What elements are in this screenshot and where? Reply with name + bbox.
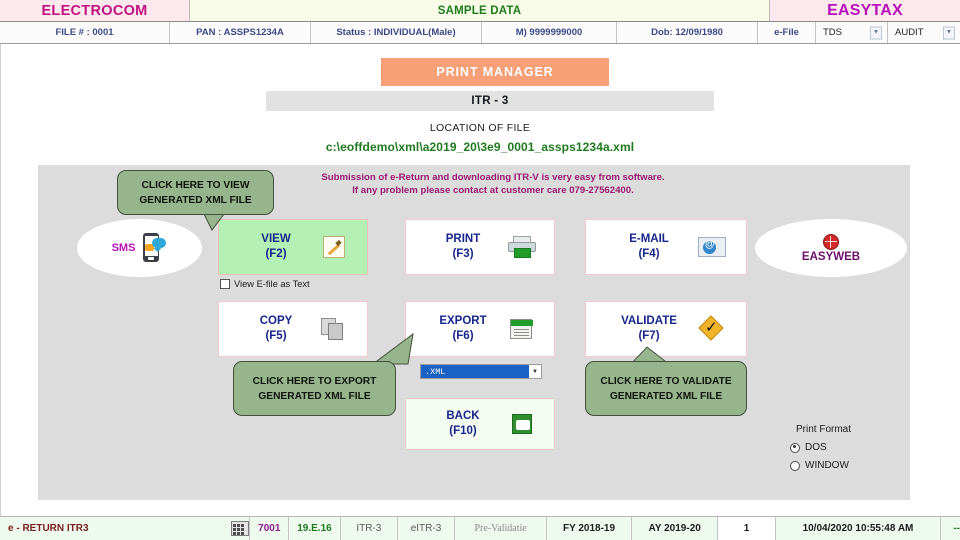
status-stage: Pre-Validatie	[454, 517, 546, 540]
tds-label: TDS	[823, 27, 842, 38]
audit-select[interactable]: AUDIT ▼	[888, 22, 960, 43]
view-as-text-row[interactable]: View E-file as Text	[220, 279, 310, 289]
audit-label: AUDIT	[895, 27, 924, 38]
brand-electrocom-label: ELECTROCOM	[41, 2, 148, 19]
notice-line-1: Submission of e-Return and downloading I…	[321, 172, 665, 183]
print-format-window-label: WINDOW	[805, 460, 849, 471]
brand-easytax: EASYTAX	[770, 0, 960, 21]
print-format-label: Print Format	[796, 424, 852, 435]
location-of-file-path: c:\eoffdemo\xml\a2019_20\3e9_0001_assps1…	[325, 140, 635, 154]
easyweb-label: EASYWEB	[801, 250, 861, 263]
location-of-file-label: LOCATION OF FILE	[429, 122, 531, 134]
back-label-key: (F10)	[449, 425, 477, 437]
view-label-key: (F2)	[265, 248, 287, 260]
status-form: ITR-3	[339, 517, 397, 540]
info-status: Status : INDIVIDUAL(Male)	[311, 22, 482, 43]
sms-label: SMS	[111, 242, 136, 254]
page-title: PRINT MANAGER	[381, 58, 609, 86]
checkbox-icon[interactable]	[220, 279, 230, 289]
print-format-dos-label: DOS	[805, 442, 827, 453]
printer-icon	[508, 236, 536, 258]
print-button[interactable]: PRINT (F3)	[405, 219, 555, 275]
callout-validate: CLICK HERE TO VALIDATE GENERATED XML FIL…	[585, 361, 747, 416]
info-efile-label[interactable]: e-File	[758, 22, 816, 43]
email-label-main: E-MAIL	[629, 233, 669, 245]
print-format-group: Print Format DOS WINDOW	[790, 424, 851, 478]
easyweb-button[interactable]: EASYWEB	[755, 219, 907, 277]
email-button[interactable]: E-MAIL (F4)	[585, 219, 747, 275]
callout-export: CLICK HERE TO EXPORT GENERATED XML FILE	[233, 361, 396, 416]
export-sheet-icon	[510, 319, 533, 339]
email-button-label: E-MAIL (F4)	[629, 232, 669, 262]
form-type-label: ITR - 3	[471, 95, 509, 107]
back-label-main: BACK	[446, 410, 480, 422]
export-label-key: (F6)	[452, 330, 474, 342]
status-version: 19.E.16	[288, 517, 340, 540]
print-label-main: PRINT	[445, 233, 481, 245]
status-bar: e - RETURN ITR3 7001 19.E.16 ITR-3 eITR-…	[0, 516, 960, 540]
print-label-key: (F3)	[452, 248, 474, 260]
status-assessment-year: AY 2019-20	[630, 517, 718, 540]
status-extra: --	[940, 517, 960, 540]
email-label-key: (F4)	[638, 248, 660, 260]
client-info-bar: FILE # : 0001 PAN : ASSPS1234A Status : …	[0, 22, 960, 44]
export-format-value: .XML	[421, 365, 529, 378]
print-format-dos-option[interactable]: DOS	[790, 442, 851, 453]
print-button-label: PRINT (F3)	[446, 232, 481, 262]
radio-icon[interactable]	[790, 460, 800, 471]
brand-easytax-label: EASYTAX	[827, 1, 903, 19]
brand-sample-data-label: SAMPLE DATA	[437, 4, 522, 17]
export-label-main: EXPORT	[439, 315, 487, 327]
callout-view: CLICK HERE TO VIEW GENERATED XML FILE	[117, 170, 274, 215]
email-envelope-icon	[698, 237, 726, 257]
notice-text: Submission of e-Return and downloading I…	[283, 171, 703, 197]
calculator-icon[interactable]	[230, 521, 250, 536]
status-title: e - RETURN ITR3	[8, 523, 89, 534]
brand-sample-data: SAMPLE DATA	[190, 0, 770, 21]
validate-label-main: VALIDATE	[621, 315, 677, 327]
form-type-bar: ITR - 3	[266, 91, 714, 111]
back-button-label: BACK (F10)	[446, 409, 479, 439]
print-format-window-option[interactable]: WINDOW	[790, 460, 851, 471]
status-count: 1	[717, 517, 775, 540]
export-format-select[interactable]: .XML ▼	[420, 364, 542, 379]
status-financial-year: FY 2018-19	[546, 517, 631, 540]
export-button-label: EXPORT (F6)	[439, 314, 486, 344]
status-code: 7001	[249, 517, 288, 540]
radio-icon[interactable]	[790, 442, 800, 453]
chevron-down-icon[interactable]: ▼	[870, 26, 882, 39]
edit-pencil-icon	[323, 236, 345, 258]
back-button[interactable]: BACK (F10)	[405, 398, 555, 450]
info-mobile: M) 9999999000	[482, 22, 617, 43]
notice-line-2: If any problem please contact at custome…	[352, 185, 634, 196]
brand-electrocom: ELECTROCOM	[0, 0, 190, 21]
info-dob: Dob: 12/09/1980	[617, 22, 758, 43]
globe-icon	[823, 233, 839, 250]
info-pan: PAN : ASSPS1234A	[170, 22, 311, 43]
page-title-label: PRINT MANAGER	[436, 65, 554, 79]
validate-label-key: (F7)	[638, 330, 660, 342]
back-arrow-icon	[512, 414, 532, 434]
checkmark-badge-icon: ✓	[698, 315, 724, 341]
tds-select[interactable]: TDS ▼	[816, 22, 888, 43]
chevron-down-icon[interactable]: ▼	[529, 369, 541, 375]
status-datetime: 10/04/2020 10:55:48 AM	[774, 517, 941, 540]
view-as-text-label: View E-file as Text	[234, 279, 310, 289]
copy-label-main: COPY	[259, 315, 293, 327]
brand-bar: ELECTROCOM SAMPLE DATA EASYTAX	[0, 0, 960, 22]
validate-button-label: VALIDATE (F7)	[621, 314, 677, 344]
chevron-down-icon[interactable]: ▼	[943, 26, 955, 39]
print-manager-window: ELECTROCOM SAMPLE DATA EASYTAX FILE # : …	[0, 0, 960, 540]
info-file-number: FILE # : 0001	[0, 22, 170, 43]
status-eform: eITR-3	[396, 517, 454, 540]
